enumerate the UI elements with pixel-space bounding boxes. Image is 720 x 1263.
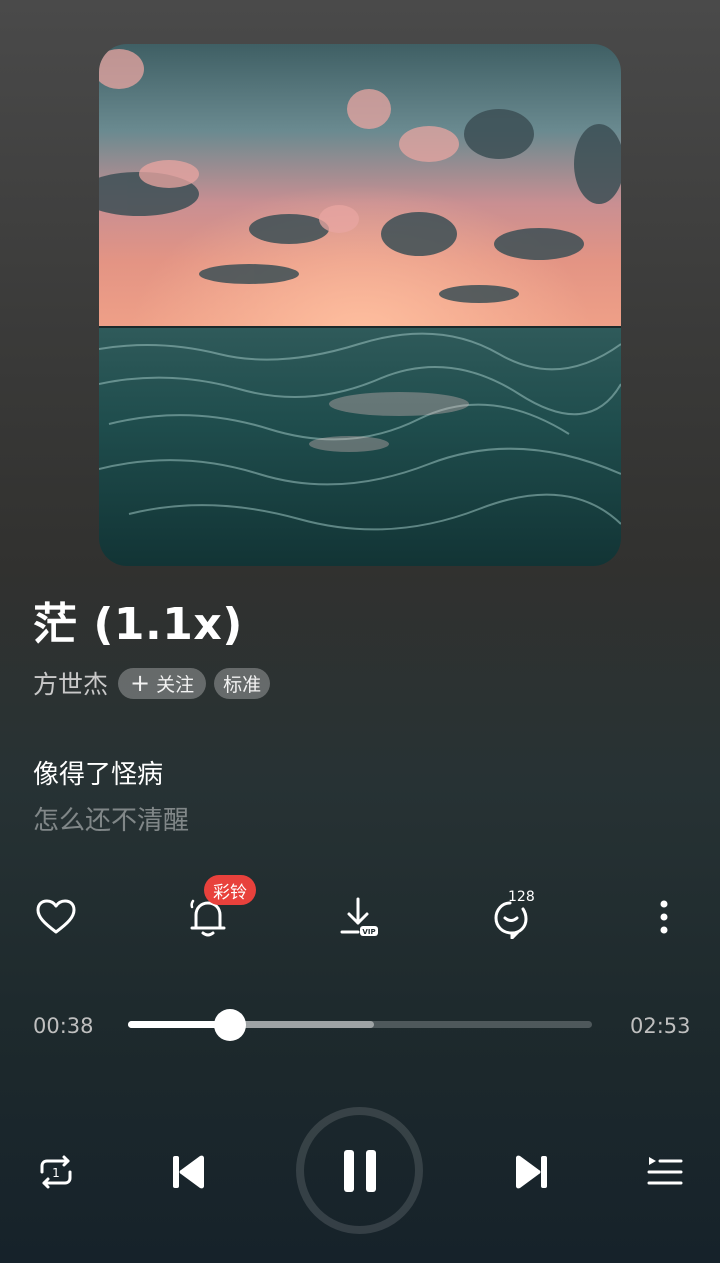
svg-text:VIP: VIP xyxy=(362,928,375,936)
ringtone-badge: 彩铃 xyxy=(204,875,256,905)
lyric-current-line[interactable]: 像得了怪病 xyxy=(33,754,163,791)
action-bar: VIP xyxy=(0,882,720,952)
download-vip-icon: VIP xyxy=(340,897,378,936)
svg-text:1: 1 xyxy=(52,1166,60,1180)
playlist-icon xyxy=(647,1157,683,1185)
like-button[interactable] xyxy=(21,882,91,952)
artist-row: 方世杰 + 关注 标准 xyxy=(33,664,278,702)
album-art[interactable] xyxy=(99,44,621,566)
plus-icon: + xyxy=(130,669,151,697)
lyric-next-line[interactable]: 怎么还不清醒 xyxy=(33,800,189,837)
song-title: 茫 (1.1x) xyxy=(33,599,243,650)
more-button[interactable] xyxy=(629,882,699,952)
album-cover-image xyxy=(99,44,621,566)
previous-button[interactable] xyxy=(163,1147,213,1197)
play-pause-button[interactable] xyxy=(296,1107,423,1234)
comment-count: 128 xyxy=(508,889,535,905)
download-button[interactable]: VIP xyxy=(325,882,395,952)
playlist-button[interactable] xyxy=(641,1149,687,1195)
playback-controls: 1 xyxy=(0,1105,720,1240)
duration-time: 02:53 xyxy=(630,1014,691,1038)
follow-label: 关注 xyxy=(156,673,195,696)
repeat-one-icon: 1 xyxy=(40,1155,72,1189)
progress-thumb[interactable] xyxy=(214,1009,247,1041)
heart-icon xyxy=(36,899,76,934)
repeat-mode-button[interactable]: 1 xyxy=(33,1149,79,1195)
pause-icon xyxy=(343,1149,376,1192)
progress-bar: 00:38 02:53 xyxy=(0,1000,720,1050)
artist-name[interactable]: 方世杰 xyxy=(33,665,108,701)
skip-next-icon xyxy=(516,1155,547,1189)
skip-previous-icon xyxy=(173,1155,204,1189)
more-vertical-icon xyxy=(660,900,668,934)
elapsed-time: 00:38 xyxy=(33,1014,94,1038)
quality-button[interactable]: 标准 xyxy=(214,667,271,699)
progress-track[interactable] xyxy=(128,1009,592,1041)
follow-button[interactable]: + 关注 xyxy=(118,667,207,699)
next-button[interactable] xyxy=(507,1147,557,1197)
